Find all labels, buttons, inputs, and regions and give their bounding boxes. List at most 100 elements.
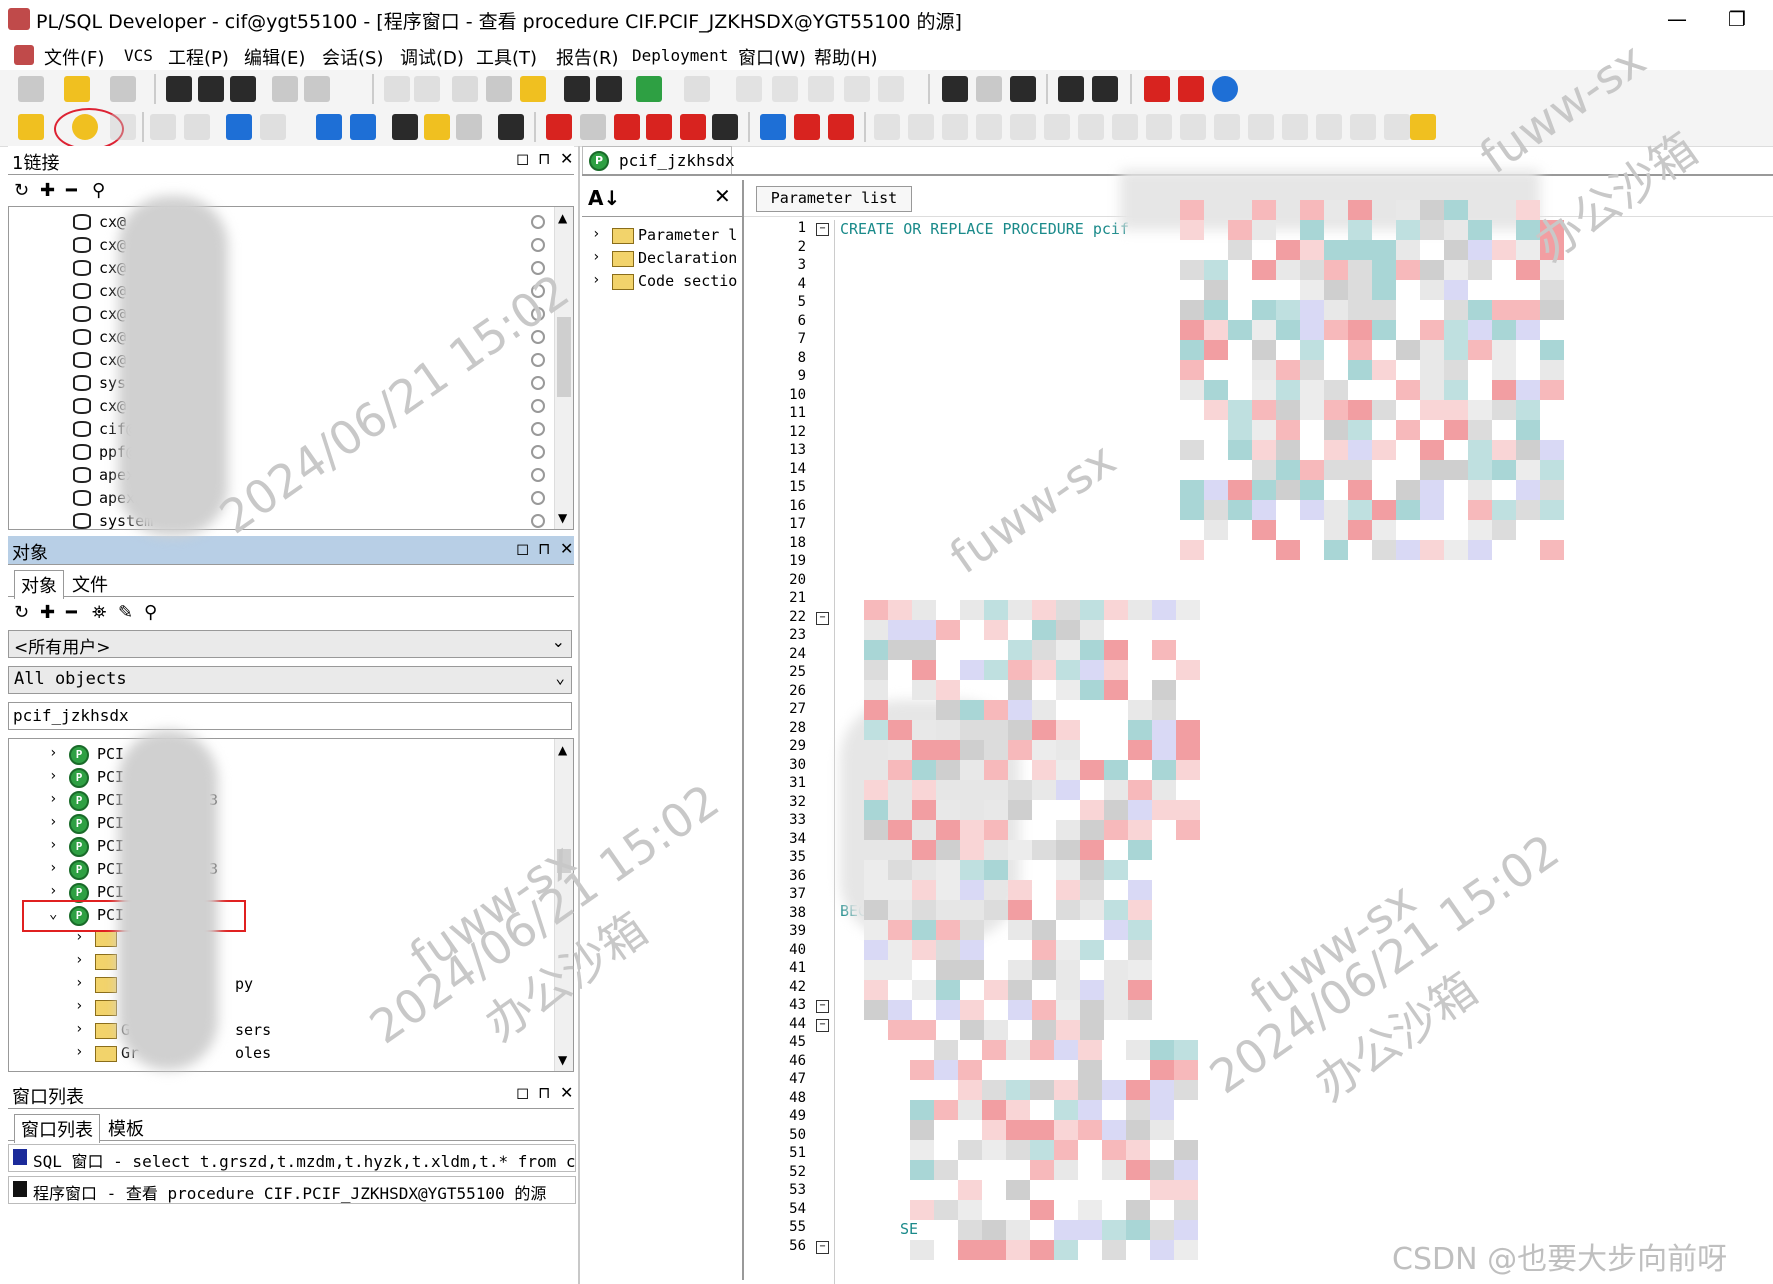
remove-icon[interactable]: ━ [66, 602, 77, 623]
magnifier-icon[interactable] [531, 353, 545, 367]
document-icon[interactable] [456, 114, 482, 140]
debug-pen-icon[interactable] [712, 114, 738, 140]
find-next-icon[interactable] [596, 76, 622, 102]
chevron-right-icon[interactable]: › [75, 952, 83, 968]
comment-icon[interactable] [808, 76, 834, 102]
break-icon[interactable] [1010, 76, 1036, 102]
menu-vcs[interactable]: VCS [124, 46, 153, 65]
save-icon[interactable] [166, 76, 192, 102]
wrench-filter-icon[interactable]: ✎ [118, 602, 133, 623]
print-icon[interactable] [272, 76, 298, 102]
menu-deployment[interactable]: Deployment [632, 46, 728, 65]
unlock-icon[interactable] [1410, 114, 1436, 140]
minimize-button[interactable]: — [1654, 4, 1700, 34]
redo-icon[interactable] [414, 76, 440, 102]
lock-14-icon[interactable] [1316, 114, 1342, 140]
magnifier-icon[interactable] [531, 422, 545, 436]
debug-step-icon[interactable] [646, 114, 672, 140]
pane-restore-icon[interactable]: ◻ [516, 539, 529, 558]
add-icon[interactable]: ✚ [40, 180, 55, 201]
fold-toggle-icon[interactable]: − [816, 1000, 829, 1013]
lock-10-icon[interactable] [1180, 114, 1206, 140]
pane-splitter[interactable] [578, 146, 580, 1284]
add-icon[interactable]: ✚ [40, 602, 55, 623]
chevron-right-icon[interactable]: › [75, 975, 83, 991]
chevron-right-icon[interactable]: › [592, 226, 600, 242]
type-filter-select[interactable]: All objects ⌄ [8, 666, 572, 694]
new-icon[interactable] [18, 76, 44, 102]
pane-restore-icon[interactable]: ◻ [516, 1083, 529, 1102]
wrench-icon[interactable] [498, 114, 524, 140]
menu-help[interactable]: 帮助(H) [814, 44, 878, 70]
chevron-right-icon[interactable]: › [75, 1021, 83, 1037]
import-icon[interactable] [636, 76, 662, 102]
stop-icon[interactable] [110, 114, 136, 140]
commit-icon[interactable] [150, 114, 176, 140]
magnifier-icon[interactable] [531, 468, 545, 482]
uncomment-icon[interactable] [844, 76, 870, 102]
copy-icon[interactable] [486, 76, 512, 102]
lock-5-icon[interactable] [1010, 114, 1036, 140]
paste-icon[interactable] [520, 76, 546, 102]
menu-tools[interactable]: 工具(T) [476, 44, 537, 70]
connect-key-icon[interactable] [18, 114, 44, 140]
execute-icon[interactable] [942, 76, 968, 102]
explain-icon[interactable] [976, 76, 1002, 102]
object-search-input[interactable]: pcif_jzkhsdx [8, 702, 572, 730]
menu-debug[interactable]: 调试(D) [400, 44, 464, 70]
pane-pin-icon[interactable]: ⊓ [538, 539, 550, 558]
chevron-right-icon[interactable]: › [49, 860, 57, 876]
toolbox-icon[interactable] [828, 114, 854, 140]
lock-4-icon[interactable] [976, 114, 1002, 140]
lock-12-icon[interactable] [1248, 114, 1274, 140]
close-outline-icon[interactable]: ✕ [714, 184, 731, 208]
tab-window-list[interactable]: 窗口列表 [14, 1114, 100, 1143]
wrench-people-icon[interactable] [392, 114, 418, 140]
chevron-right-icon[interactable]: › [49, 791, 57, 807]
lock-7-icon[interactable] [1078, 114, 1104, 140]
lock-1-icon[interactable] [874, 114, 900, 140]
tab-objects[interactable]: 对象 [14, 570, 64, 599]
format-icon[interactable] [878, 76, 904, 102]
lock-11-icon[interactable] [1214, 114, 1240, 140]
menu-reports[interactable]: 报告(R) [556, 44, 619, 70]
remove-icon[interactable]: ━ [66, 180, 77, 201]
fold-toggle-icon[interactable]: − [816, 223, 829, 236]
fold-toggle-icon[interactable]: − [816, 1240, 829, 1254]
lock-16-icon[interactable] [1384, 114, 1410, 140]
chevron-right-icon[interactable]: › [49, 837, 57, 853]
refresh-icon[interactable]: ↻ [14, 602, 29, 623]
eraser-icon[interactable] [580, 114, 606, 140]
parameter-list-button[interactable]: Parameter list [756, 186, 912, 212]
find-icon[interactable] [564, 76, 590, 102]
lock-13-icon[interactable] [1282, 114, 1308, 140]
cut-icon[interactable] [452, 76, 478, 102]
find-binoculars-icon[interactable]: ⛯ [92, 602, 106, 623]
save-as-icon[interactable] [198, 76, 224, 102]
rollback-icon[interactable] [184, 114, 210, 140]
chevron-right-icon[interactable]: › [49, 768, 57, 784]
filter-icon[interactable]: ⚲ [92, 180, 105, 201]
chevron-right-icon[interactable]: › [49, 883, 57, 899]
refresh-icon[interactable]: ↻ [14, 180, 29, 201]
menu-session[interactable]: 会话(S) [322, 44, 383, 70]
menu-file[interactable]: 文件(F) [44, 44, 104, 70]
pane-close-icon[interactable]: ✕ [560, 539, 573, 558]
magnifier-icon[interactable] [531, 445, 545, 459]
checklist-icon[interactable] [424, 114, 450, 140]
pdf-icon[interactable] [1178, 76, 1204, 102]
chevron-right-icon[interactable]: › [49, 814, 57, 830]
debug-run-icon[interactable] [680, 114, 706, 140]
filter-icon[interactable]: ⚲ [144, 602, 157, 623]
magnifier-icon[interactable] [531, 376, 545, 390]
magnifier-icon[interactable] [531, 399, 545, 413]
windows-icon[interactable] [1058, 76, 1084, 102]
info-icon[interactable] [1212, 76, 1238, 102]
db-connect-icon[interactable] [226, 114, 252, 140]
open-file-icon[interactable] [110, 76, 136, 102]
indent-icon[interactable] [736, 76, 762, 102]
window-list-row-program[interactable]: 程序窗口 - 查看 procedure CIF.PCIF_JZKHSDX@YGT… [8, 1176, 576, 1204]
db-icon[interactable] [316, 114, 342, 140]
lock-3-icon[interactable] [942, 114, 968, 140]
fold-toggle-icon[interactable]: − [816, 611, 829, 625]
